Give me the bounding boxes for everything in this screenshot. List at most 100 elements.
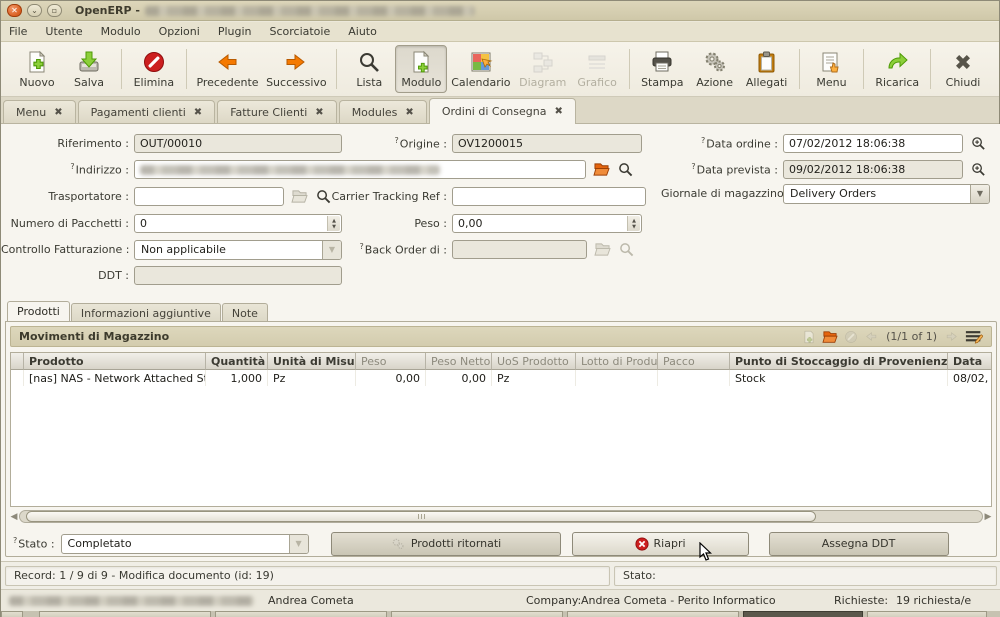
tab-label: Ordini di Consegna bbox=[442, 105, 547, 118]
reload-button[interactable]: Ricarica bbox=[870, 45, 924, 93]
horizontal-scrollbar[interactable]: ◀ ▶ bbox=[9, 509, 993, 524]
field-help-marker: ? bbox=[701, 136, 705, 145]
delete-button[interactable]: Elimina bbox=[128, 45, 180, 93]
action-button[interactable]: Azione bbox=[689, 45, 741, 93]
cell-unita: Pz bbox=[268, 370, 356, 386]
open-row-icon[interactable] bbox=[822, 330, 838, 344]
open-record-icon-disabled bbox=[291, 189, 308, 205]
title-bar: ✕ ⌄ ▫ OpenERP - bbox=[1, 1, 999, 21]
column-header-quantita[interactable]: Quantità bbox=[206, 353, 268, 370]
menu-button[interactable]: Menu bbox=[805, 45, 857, 93]
column-header-punto-stoccaggio[interactable]: Punto di Stoccaggio di Provenienza bbox=[730, 353, 948, 370]
combo-value: Delivery Orders bbox=[784, 185, 970, 203]
save-button[interactable]: Salva bbox=[63, 45, 115, 93]
data-ordine-field[interactable]: 07/02/2012 18:06:38 bbox=[783, 134, 963, 153]
column-header-uos[interactable]: UoS Prodotto bbox=[492, 353, 576, 370]
tab-close-icon[interactable]: ✖ bbox=[405, 107, 413, 118]
column-header-data[interactable]: Data bbox=[948, 353, 991, 370]
spin-down-icon[interactable]: ▼ bbox=[632, 224, 636, 230]
tab-pagamenti-clienti[interactable]: Pagamenti clienti✖ bbox=[78, 100, 216, 123]
tab-close-icon[interactable]: ✖ bbox=[315, 107, 323, 118]
peso-field[interactable]: 0,00 ▲▼ bbox=[452, 214, 642, 233]
menu-plugin[interactable]: Plugin bbox=[218, 25, 252, 38]
column-header-pacco[interactable]: Pacco bbox=[658, 353, 730, 370]
chevron-down-icon[interactable]: ▼ bbox=[970, 185, 989, 203]
calendar-view-button[interactable]: Calendario bbox=[447, 45, 514, 93]
data-prevista-label: ?Data prevista : bbox=[661, 162, 778, 177]
taskbar-item-active[interactable] bbox=[743, 611, 863, 617]
form-view-button[interactable]: Modulo bbox=[395, 45, 447, 93]
form-icon bbox=[409, 50, 433, 74]
toolbar-label: Nuovo bbox=[19, 76, 54, 89]
user-name: Andrea Cometa bbox=[268, 594, 354, 607]
window-minimize-button[interactable]: ⌄ bbox=[27, 4, 42, 17]
tab-menu[interactable]: Menu✖ bbox=[3, 100, 76, 123]
spin-down-icon[interactable]: ▼ bbox=[332, 224, 336, 230]
date-picker-icon[interactable] bbox=[970, 162, 987, 178]
prodotti-ritornati-button[interactable]: Prodotti ritornati bbox=[331, 532, 561, 556]
tab-modules[interactable]: Modules✖ bbox=[339, 100, 427, 123]
taskbar-item[interactable] bbox=[39, 611, 211, 617]
taskbar-item[interactable] bbox=[567, 611, 739, 617]
toolbar-separator bbox=[629, 49, 630, 89]
diagram-view-button: Diagram bbox=[514, 45, 571, 93]
close-tab-button[interactable]: Chiudi bbox=[937, 45, 989, 93]
attachment-icon bbox=[755, 50, 779, 74]
table-row[interactable]: [nas] NAS - Network Attached Storage 1,0… bbox=[11, 370, 992, 386]
tab-ordini-di-consegna[interactable]: Ordini di Consegna ✖ bbox=[429, 98, 576, 124]
notebook-tab-prodotti[interactable]: Prodotti bbox=[7, 301, 70, 322]
scrollbar-track[interactable] bbox=[19, 510, 983, 523]
menu-modulo[interactable]: Modulo bbox=[101, 25, 141, 38]
scroll-right-icon[interactable]: ▶ bbox=[983, 512, 993, 522]
next-button[interactable]: Successivo bbox=[262, 45, 330, 93]
taskbar-item[interactable] bbox=[1, 611, 23, 617]
column-header-peso[interactable]: Peso bbox=[356, 353, 426, 370]
search-record-icon[interactable] bbox=[617, 162, 634, 178]
menu-aiuto[interactable]: Aiuto bbox=[348, 25, 377, 38]
menu-file[interactable]: File bbox=[9, 25, 27, 38]
riapri-button[interactable]: Riapri bbox=[572, 532, 749, 556]
notebook-tab-note[interactable]: Note bbox=[222, 303, 268, 322]
mouse-cursor bbox=[699, 542, 713, 562]
tab-close-icon[interactable]: ✖ bbox=[554, 106, 562, 117]
close-icon bbox=[951, 50, 975, 74]
numero-pacchetti-field[interactable]: 0 ▲▼ bbox=[134, 214, 342, 233]
column-header-peso-netto[interactable]: Peso Netto bbox=[426, 353, 492, 370]
list-view-button[interactable]: Lista bbox=[343, 45, 395, 93]
notebook-tab-informazioni[interactable]: Informazioni aggiuntive bbox=[71, 303, 221, 322]
redacted-server-info bbox=[9, 596, 254, 606]
taskbar-item[interactable] bbox=[391, 611, 563, 617]
menu-utente[interactable]: Utente bbox=[45, 25, 82, 38]
indirizzo-field[interactable] bbox=[134, 160, 586, 179]
scroll-left-icon[interactable]: ◀ bbox=[9, 512, 19, 522]
open-record-icon[interactable] bbox=[593, 162, 610, 178]
new-button[interactable]: Nuovo bbox=[11, 45, 63, 93]
column-header-unita[interactable]: Unità di Misura bbox=[268, 353, 356, 370]
menu-opzioni[interactable]: Opzioni bbox=[159, 25, 200, 38]
previous-button[interactable]: Precedente bbox=[193, 45, 263, 93]
tab-close-icon[interactable]: ✖ bbox=[54, 107, 62, 118]
taskbar-item[interactable] bbox=[867, 611, 987, 617]
spinner-buttons[interactable]: ▲▼ bbox=[327, 216, 340, 231]
window-maximize-button[interactable]: ▫ bbox=[47, 4, 62, 17]
print-icon bbox=[650, 50, 674, 74]
scrollbar-thumb[interactable] bbox=[26, 511, 816, 522]
reload-icon bbox=[885, 50, 909, 74]
print-button[interactable]: Stampa bbox=[636, 45, 689, 93]
trasportatore-field[interactable] bbox=[134, 187, 284, 206]
giornale-combo[interactable]: Delivery Orders ▼ bbox=[783, 184, 990, 204]
tab-fatture-clienti[interactable]: Fatture Clienti✖ bbox=[217, 100, 337, 123]
switch-view-icon[interactable] bbox=[965, 329, 983, 344]
requests-count[interactable]: 19 richiesta/e bbox=[896, 594, 971, 607]
spinner-buttons[interactable]: ▲▼ bbox=[627, 216, 640, 231]
attachments-button[interactable]: Allegati bbox=[741, 45, 793, 93]
carrier-tracking-ref-field[interactable] bbox=[452, 187, 646, 206]
window-close-button[interactable]: ✕ bbox=[7, 4, 22, 17]
date-picker-icon[interactable] bbox=[970, 136, 987, 152]
menu-scorciatoie[interactable]: Scorciatoie bbox=[269, 25, 330, 38]
taskbar-item[interactable] bbox=[215, 611, 387, 617]
tab-close-icon[interactable]: ✖ bbox=[194, 107, 202, 118]
assegna-ddt-button[interactable]: Assegna DDT bbox=[769, 532, 949, 556]
column-header-prodotto[interactable]: Prodotto bbox=[24, 353, 206, 370]
column-header-lotto[interactable]: Lotto di Produzione bbox=[576, 353, 658, 370]
